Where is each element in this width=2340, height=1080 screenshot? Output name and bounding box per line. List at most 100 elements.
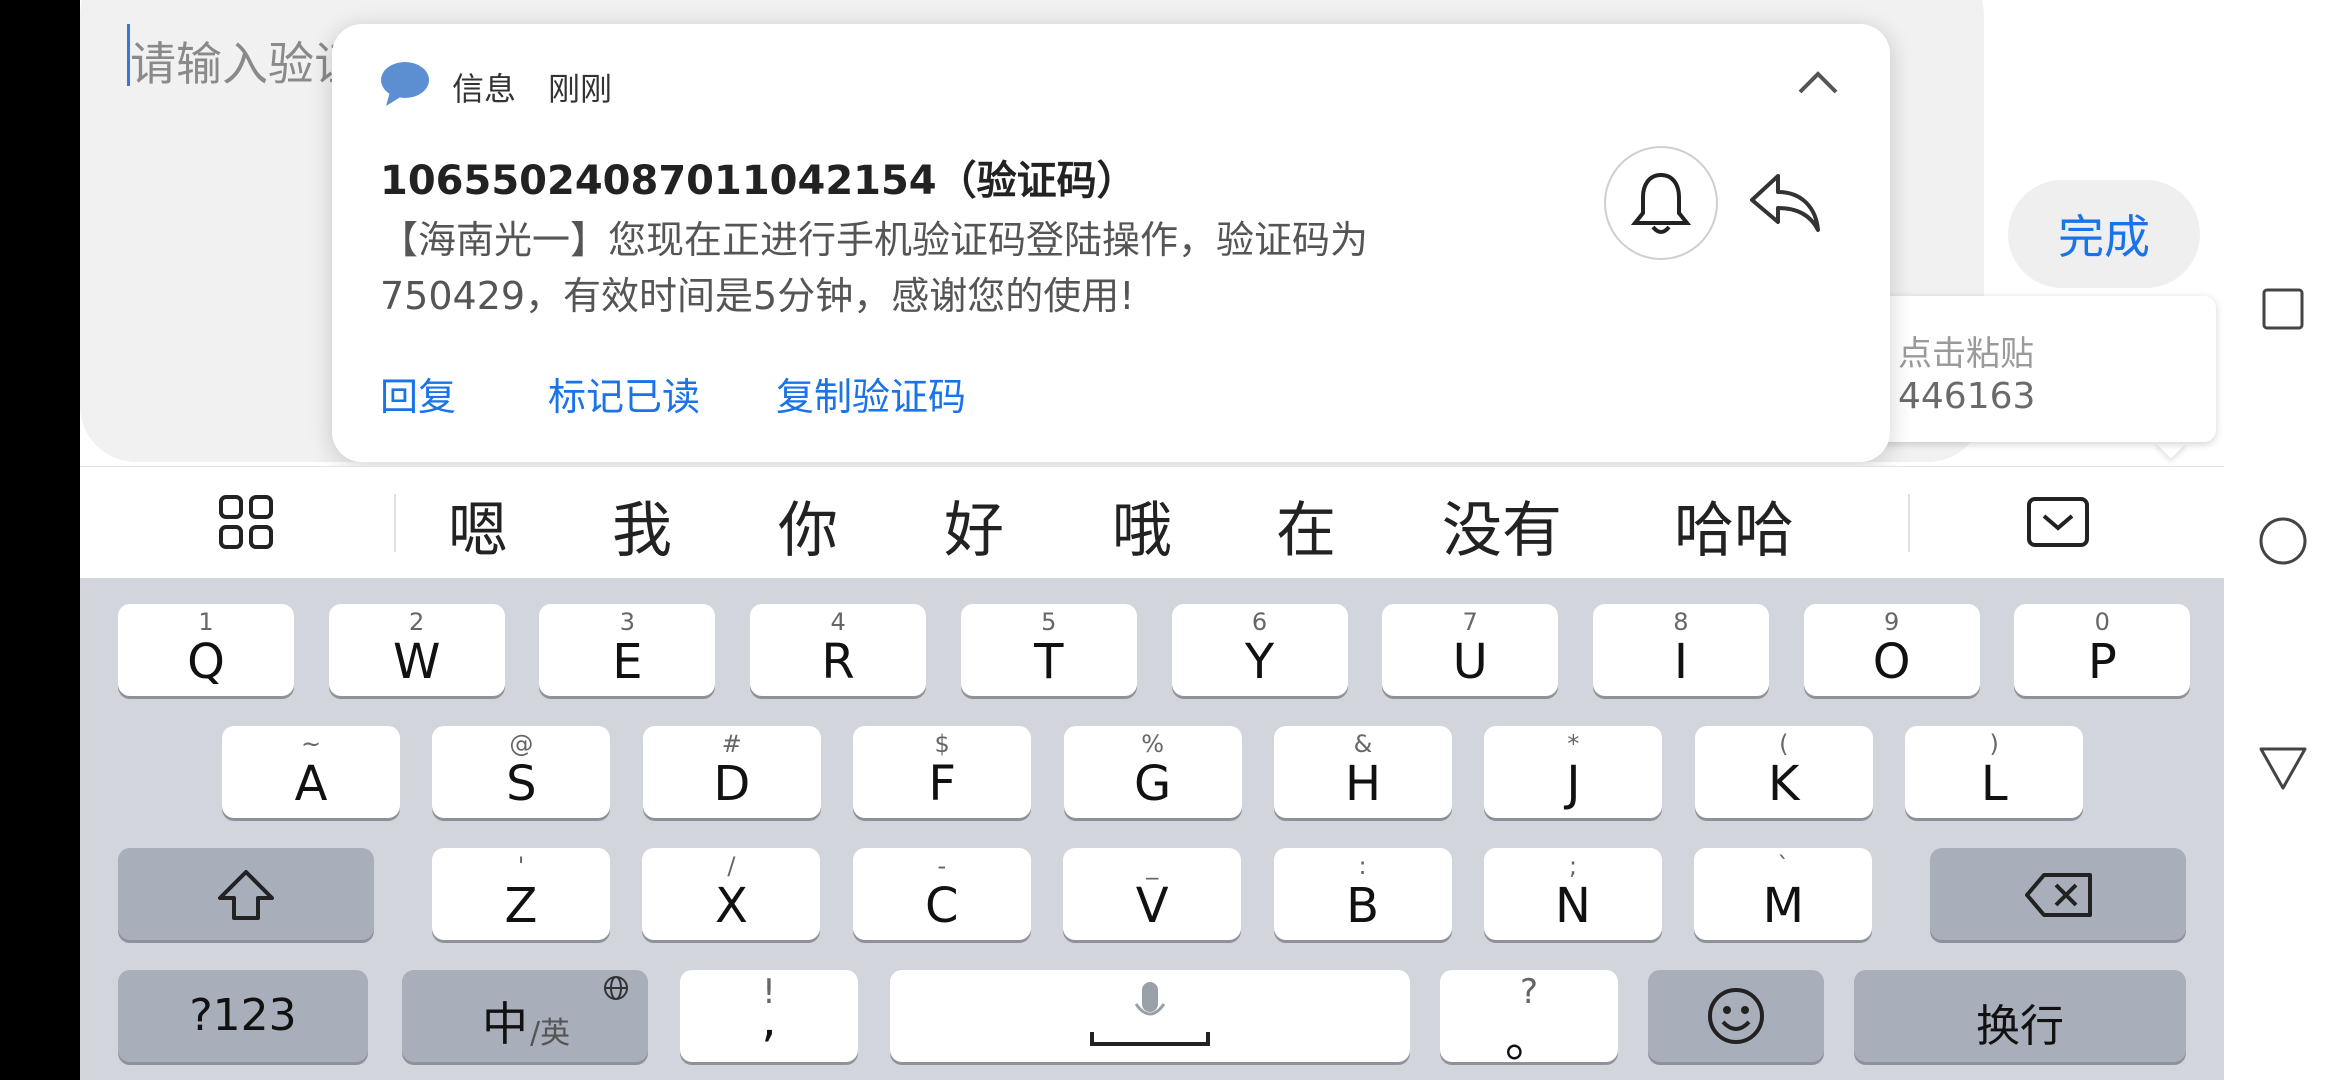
key-label: B bbox=[1346, 878, 1380, 934]
key-hint: 8 bbox=[1673, 608, 1689, 636]
key-n[interactable]: ; N bbox=[1484, 848, 1662, 940]
key-hint: 1 bbox=[198, 608, 214, 636]
back-triangle-icon[interactable] bbox=[2258, 746, 2308, 792]
paste-code: 446163 bbox=[1898, 376, 2036, 417]
language-key-main: 中 bbox=[482, 997, 528, 1051]
language-key-sub: /英 bbox=[530, 1016, 571, 1051]
done-button[interactable]: 完成 bbox=[2008, 180, 2200, 288]
key-hint: $ bbox=[934, 730, 950, 758]
key-label: Y bbox=[1244, 634, 1275, 690]
notification-body: 【海南光一】您现在正进行手机验证码登陆操作，验证码为750429，有效时间是5分… bbox=[380, 218, 1369, 318]
key-h[interactable]: & H bbox=[1274, 726, 1452, 818]
enter-key[interactable]: 换行 bbox=[1854, 970, 2186, 1062]
apps-grid-icon[interactable] bbox=[218, 494, 274, 550]
key-hint: # bbox=[721, 730, 742, 758]
key-label: P bbox=[2087, 634, 2117, 690]
candidate-word[interactable]: 好 bbox=[944, 482, 1004, 569]
key-d[interactable]: # D bbox=[642, 726, 821, 818]
space-key[interactable] bbox=[890, 970, 1410, 1062]
key-k[interactable]: (K bbox=[1694, 726, 1873, 818]
key-hint: 7 bbox=[1462, 608, 1478, 636]
period-label: 。 bbox=[1504, 1012, 1553, 1068]
key-label: K bbox=[1768, 756, 1800, 812]
key-hint: - bbox=[937, 852, 947, 880]
key-label: A bbox=[294, 756, 328, 812]
language-key[interactable]: 中 /英 bbox=[402, 970, 648, 1062]
candidate-word[interactable]: 你 bbox=[778, 482, 838, 569]
key-i[interactable]: 8I bbox=[1592, 604, 1769, 696]
shift-key[interactable] bbox=[118, 848, 374, 940]
key-e[interactable]: 3E bbox=[539, 604, 716, 696]
key-v[interactable]: _ V bbox=[1063, 848, 1242, 940]
collapse-chevron-icon[interactable] bbox=[1796, 66, 1840, 96]
period-key[interactable]: ? 。 bbox=[1440, 970, 1618, 1068]
key-label: D bbox=[713, 756, 751, 812]
key-hint: : bbox=[1358, 852, 1367, 880]
key-hint: ` bbox=[1777, 852, 1790, 880]
candidate-word[interactable]: 嗯 bbox=[448, 482, 508, 569]
bell-button[interactable] bbox=[1604, 146, 1718, 260]
key-y[interactable]: 6Y bbox=[1171, 604, 1348, 696]
key-hint: ; bbox=[1568, 852, 1578, 880]
key-f[interactable]: $ F bbox=[853, 726, 1032, 818]
emoji-key[interactable] bbox=[1648, 970, 1824, 1062]
candidate-word[interactable]: 哈哈 bbox=[1674, 482, 1794, 569]
key-w[interactable]: 2W bbox=[328, 604, 505, 696]
space-bar-glyph bbox=[1090, 1032, 1094, 1046]
key-label: N bbox=[1555, 878, 1591, 934]
key-label: H bbox=[1344, 756, 1382, 812]
candidate-word[interactable]: 没有 bbox=[1442, 482, 1562, 569]
globe-icon bbox=[604, 976, 628, 1000]
left-black-bar bbox=[0, 0, 80, 1080]
key-label: O bbox=[1872, 634, 1911, 690]
key-r[interactable]: 4R bbox=[750, 604, 927, 696]
candidate-word[interactable]: 我 bbox=[612, 482, 672, 569]
key-u[interactable]: 7U bbox=[1382, 604, 1559, 696]
key-j[interactable]: * J bbox=[1484, 726, 1663, 818]
key-s[interactable]: @ S bbox=[432, 726, 611, 818]
candidate-separator bbox=[1908, 494, 1910, 552]
candidate-word[interactable]: 在 bbox=[1276, 482, 1336, 569]
key-l[interactable]: ) L bbox=[1905, 726, 2084, 818]
key-q[interactable]: 1Q bbox=[118, 604, 294, 696]
key-z[interactable]: ' Z bbox=[432, 848, 610, 940]
input-placeholder: 请输入验证 bbox=[130, 37, 360, 91]
home-circle-icon[interactable] bbox=[2258, 516, 2308, 566]
key-g[interactable]: % G bbox=[1063, 726, 1242, 818]
key-x[interactable]: / X bbox=[642, 848, 821, 940]
recents-square-icon[interactable] bbox=[2262, 288, 2304, 330]
hide-keyboard-icon[interactable] bbox=[2026, 496, 2090, 548]
paste-label: 点击粘贴 bbox=[1898, 334, 2034, 374]
key-o[interactable]: 9O bbox=[1803, 604, 1980, 696]
key-label: F bbox=[928, 756, 956, 812]
key-hint: 6 bbox=[1251, 608, 1268, 636]
mark-read-action[interactable]: 标记已读 bbox=[548, 366, 700, 421]
key-label: S bbox=[506, 756, 537, 812]
key-m[interactable]: ` M bbox=[1694, 848, 1873, 940]
candidate-word[interactable]: 哦 bbox=[1112, 482, 1172, 569]
key-p[interactable]: 0P bbox=[2014, 604, 2191, 696]
key-label: L bbox=[1980, 756, 2008, 812]
key-a[interactable]: ~ A bbox=[222, 726, 400, 818]
notification-time: 刚刚 bbox=[548, 70, 613, 108]
key-hint: ( bbox=[1779, 730, 1789, 758]
enter-key-label: 换行 bbox=[1976, 1001, 2064, 1052]
copy-code-action[interactable]: 复制验证码 bbox=[776, 366, 966, 421]
key-hint: 4 bbox=[830, 608, 846, 636]
message-app-icon bbox=[380, 60, 430, 108]
comma-key[interactable]: ! , bbox=[680, 970, 858, 1062]
reply-action[interactable]: 回复 bbox=[380, 366, 456, 421]
key-c[interactable]: -C bbox=[852, 848, 1031, 940]
reply-arrow-icon[interactable] bbox=[1746, 172, 1822, 234]
key-b[interactable]: :B bbox=[1273, 848, 1452, 940]
key-label: E bbox=[612, 634, 643, 690]
key-t[interactable]: 5T bbox=[960, 604, 1137, 696]
key-label: R bbox=[821, 634, 855, 690]
key-hint: ~ bbox=[300, 730, 322, 758]
backspace-key[interactable] bbox=[1930, 848, 2186, 940]
backspace-icon bbox=[2025, 873, 2092, 917]
numbers-key[interactable]: ?123 bbox=[118, 970, 368, 1062]
key-hint: * bbox=[1567, 730, 1580, 758]
key-hint: _ bbox=[1146, 852, 1159, 880]
key-label: M bbox=[1762, 878, 1805, 934]
